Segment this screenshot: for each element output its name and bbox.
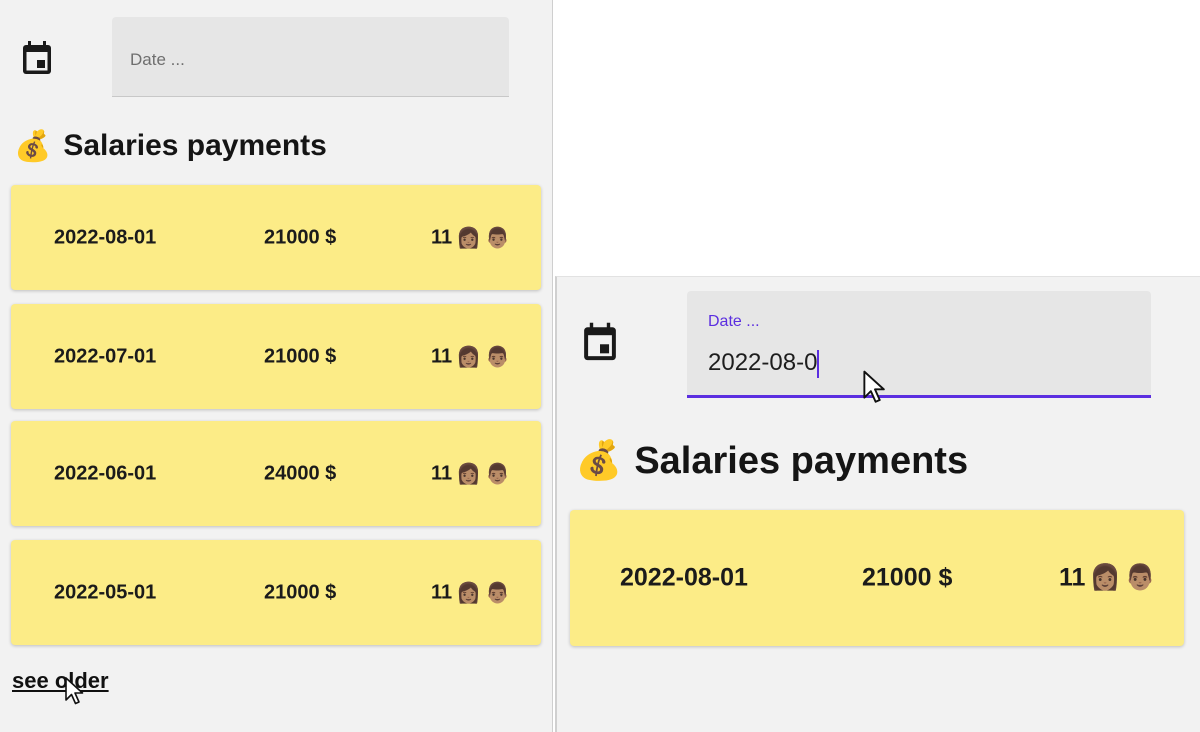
employee-count: 11 — [431, 226, 453, 248]
man-avatar-icon: 👨🏽 — [485, 582, 510, 604]
payment-card[interactable]: 2022-08-01 21000 $ 11 👩🏽 👨🏽 — [570, 510, 1184, 646]
page-title: 💰 Salaries payments — [575, 436, 968, 486]
payment-date: 2022-05-01 — [54, 581, 157, 603]
employee-count-group: 11 👩🏽 👨🏽 — [1059, 564, 1156, 593]
woman-avatar-icon: 👩🏽 — [456, 227, 482, 249]
right-panel: Date ... 2022-08-0 💰 Salaries payments 2… — [555, 276, 1200, 732]
payment-amount: 21000 $ — [264, 345, 337, 367]
employee-count: 11 — [431, 462, 453, 484]
left-panel: Date ... 💰 Salaries payments 2022-08-01 … — [0, 0, 553, 732]
man-avatar-icon: 👨🏽 — [485, 463, 510, 485]
payment-card[interactable]: 2022-07-01 21000 $ 11 👩🏽 👨🏽 — [11, 304, 541, 409]
page-title-text: Salaries payments — [634, 439, 969, 482]
man-avatar-icon: 👨🏽 — [1124, 563, 1156, 592]
page-title-text: Salaries payments — [63, 129, 327, 162]
calendar-icon[interactable] — [22, 41, 52, 75]
employee-count-group: 11 👩🏽 👨🏽 — [431, 225, 510, 250]
employee-count-group: 11 👩🏽 👨🏽 — [431, 461, 510, 486]
woman-avatar-icon: 👩🏽 — [1089, 563, 1121, 592]
calendar-icon[interactable] — [583, 322, 617, 362]
money-bag-icon: 💰 — [14, 129, 52, 163]
woman-avatar-icon: 👩🏽 — [456, 582, 482, 604]
payment-amount: 24000 $ — [264, 462, 337, 484]
date-field-label: Date ... — [708, 313, 760, 330]
payment-card[interactable]: 2022-05-01 21000 $ 11 👩🏽 👨🏽 — [11, 540, 541, 645]
man-avatar-icon: 👨🏽 — [485, 227, 510, 249]
employee-count-group: 11 👩🏽 👨🏽 — [431, 580, 510, 605]
see-older-link[interactable]: see older — [12, 668, 109, 694]
date-placeholder: Date ... — [130, 50, 185, 69]
date-field-value-wrap: 2022-08-0 — [708, 349, 820, 378]
date-field-value: 2022-08-0 — [708, 349, 818, 376]
page-title: 💰 Salaries payments — [14, 126, 327, 166]
payment-date: 2022-07-01 — [54, 345, 157, 367]
payment-card[interactable]: 2022-06-01 24000 $ 11 👩🏽 👨🏽 — [11, 421, 541, 526]
employee-count: 11 — [1059, 563, 1086, 592]
payment-amount: 21000 $ — [264, 226, 337, 248]
employee-count-group: 11 👩🏽 👨🏽 — [431, 344, 510, 369]
payment-card[interactable]: 2022-08-01 21000 $ 11 👩🏽 👨🏽 — [11, 185, 541, 290]
text-caret — [817, 349, 820, 378]
payment-amount: 21000 $ — [862, 563, 953, 592]
woman-avatar-icon: 👩🏽 — [456, 346, 482, 368]
employee-count: 11 — [431, 581, 453, 603]
payment-date: 2022-08-01 — [620, 563, 748, 592]
payment-date: 2022-06-01 — [54, 462, 157, 484]
date-input[interactable]: Date ... 2022-08-0 — [687, 291, 1151, 398]
employee-count: 11 — [431, 345, 453, 367]
money-bag-icon: 💰 — [575, 440, 623, 482]
woman-avatar-icon: 👩🏽 — [456, 463, 482, 485]
payment-date: 2022-08-01 — [54, 226, 157, 248]
man-avatar-icon: 👨🏽 — [485, 346, 510, 368]
payment-amount: 21000 $ — [264, 581, 337, 603]
date-input[interactable]: Date ... — [112, 17, 509, 97]
